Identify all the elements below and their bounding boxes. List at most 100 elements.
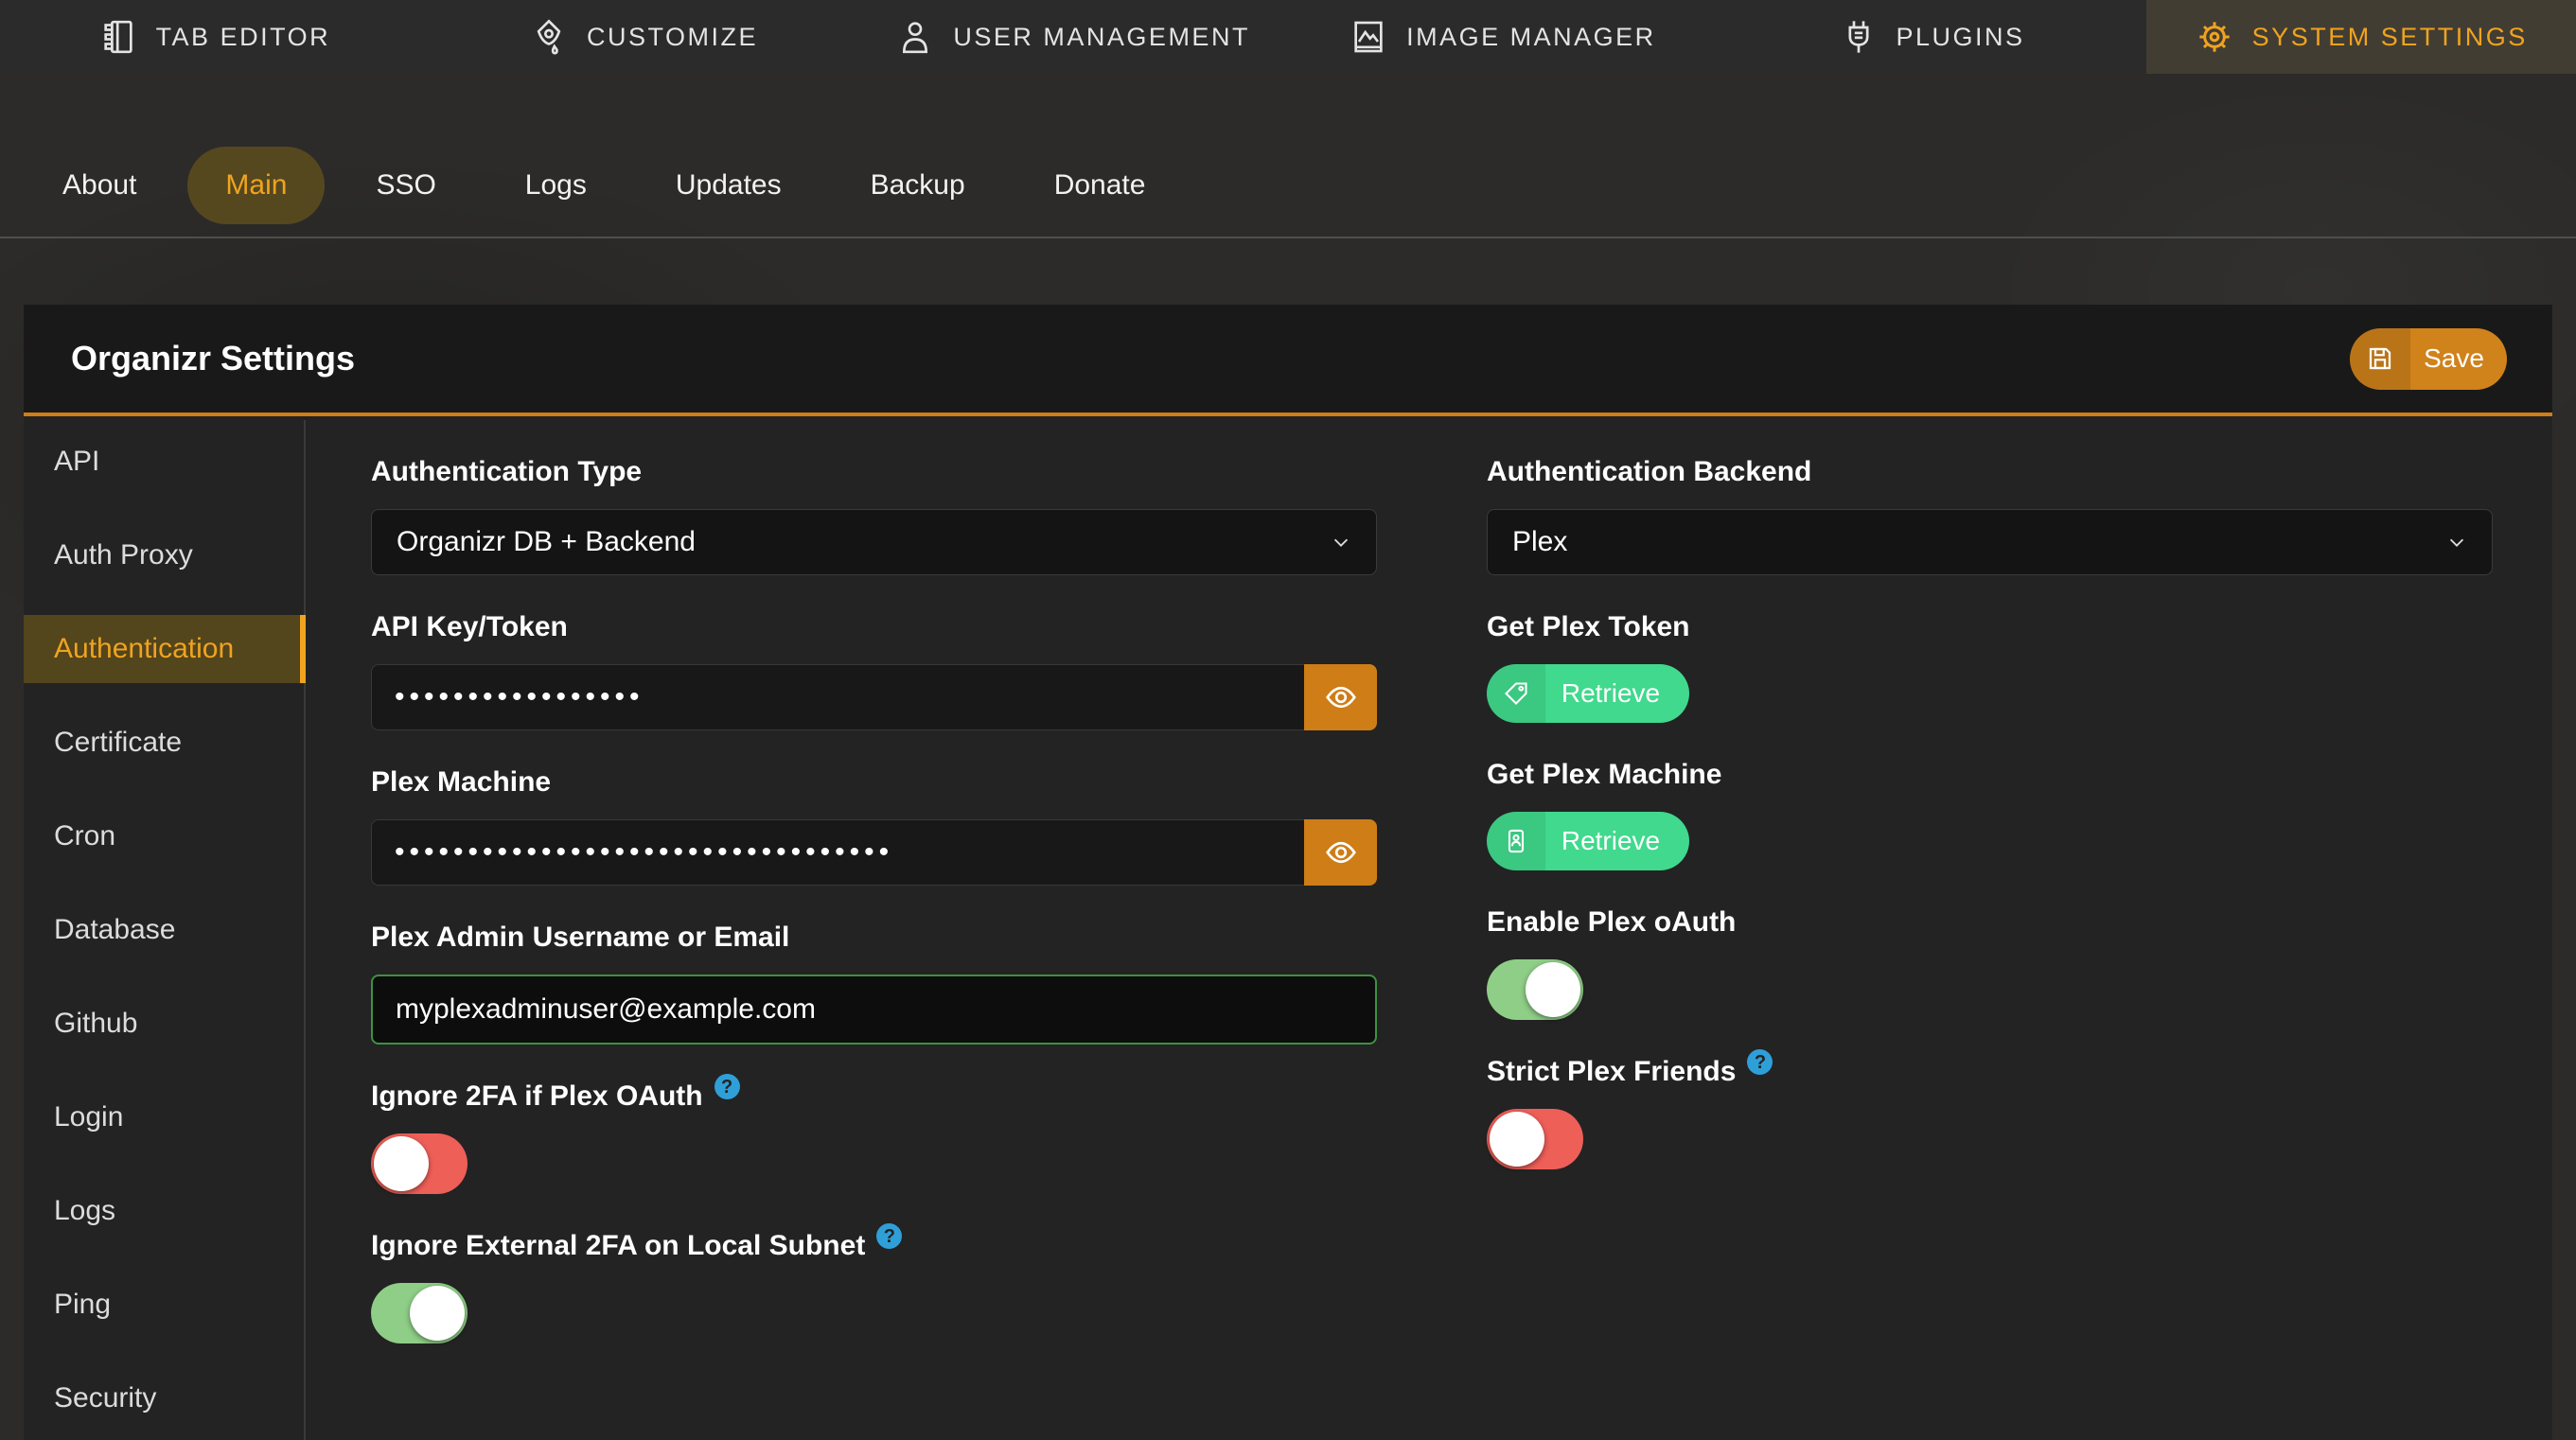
sidebar-item-auth-proxy[interactable]: Auth Proxy [24,521,304,589]
nav-item-user-management[interactable]: USER MANAGEMENT [858,0,1288,74]
authentication-type-label: Authentication Type [371,455,1377,489]
sidebar-item-database[interactable]: Database [24,896,304,964]
authentication-type-value: Organizr DB + Backend [397,526,1331,558]
sidebar-item-cron[interactable]: Cron [24,802,304,870]
tab-editor-icon [99,18,137,56]
sidebar-item-ping[interactable]: Ping [24,1271,304,1339]
save-button-label: Save [2410,328,2507,390]
help-icon[interactable]: ? [876,1223,902,1249]
authentication-backend-label: Authentication Backend [1487,455,2493,489]
tab-logs[interactable]: Logs [487,147,625,224]
strict-plex-friends-toggle[interactable] [1487,1109,1583,1169]
plugins-icon [1840,18,1878,56]
field-plex-machine: Plex Machine •••••••••••••••••••••••••••… [371,765,1377,886]
eye-icon [1324,835,1358,869]
plex-machine-reveal-button[interactable] [1304,819,1377,886]
strict-plex-friends-label: Strict Plex Friends [1487,1055,1736,1089]
nav-item-image-manager[interactable]: IMAGE MANAGER [1288,0,1718,74]
sidebar-item-logs[interactable]: Logs [24,1177,304,1245]
device-badge-icon [1503,828,1529,854]
tab-about[interactable]: About [25,147,174,224]
retrieve-plex-token-label: Retrieve [1545,664,1689,723]
settings-tabs: About Main SSO Logs Updates Backup Donat… [25,147,1183,224]
field-plex-admin: Plex Admin Username or Email myplexadmin… [371,921,1377,1045]
toggle-knob [374,1136,429,1191]
nav-item-tab-editor[interactable]: TAB EDITOR [0,0,430,74]
field-authentication-backend: Authentication Backend Plex [1487,455,2493,575]
sidebar-item-api[interactable]: API [24,428,304,496]
sidebar-item-authentication[interactable]: Authentication [24,615,304,683]
tag-icon [1503,680,1529,707]
field-authentication-type: Authentication Type Organizr DB + Backen… [371,455,1377,575]
api-key-token-label: API Key/Token [371,610,1377,644]
help-icon[interactable]: ? [715,1074,740,1099]
ignore-2fa-plex-oauth-label: Ignore 2FA if Plex OAuth [371,1080,703,1114]
eye-icon [1324,680,1358,714]
system-settings-gear-icon [2196,18,2233,56]
panel-header: Organizr Settings Save [24,305,2552,416]
top-navbar: TAB EDITOR CUSTOMIZE USER MANAGEMENT IMA… [0,0,2576,74]
help-icon[interactable]: ? [1747,1049,1773,1075]
tabs-divider [0,237,2576,238]
plex-admin-value: myplexadminuser@example.com [396,993,816,1026]
retrieve-plex-machine-label: Retrieve [1545,812,1689,870]
plex-machine-input[interactable]: •••••••••••••••••••••••••••••••••• [371,819,1304,886]
get-plex-token-label: Get Plex Token [1487,610,2493,644]
plex-admin-input[interactable]: myplexadminuser@example.com [371,975,1377,1045]
organizr-settings-panel: Organizr Settings Save API Auth Proxy Au… [24,305,2552,1440]
chevron-down-icon [1331,532,1351,553]
field-get-plex-machine: Get Plex Machine Retrieve [1487,758,2493,870]
authentication-backend-select[interactable]: Plex [1487,509,2493,575]
image-manager-icon [1350,18,1387,56]
plex-machine-masked-value: •••••••••••••••••••••••••••••••••• [395,819,893,886]
toggle-knob [1526,962,1580,1017]
save-button[interactable]: Save [2350,328,2507,390]
sidebar-item-login[interactable]: Login [24,1083,304,1151]
authentication-form: Authentication Type Organizr DB + Backen… [306,420,2552,1440]
plex-machine-label: Plex Machine [371,765,1377,799]
api-key-reveal-button[interactable] [1304,664,1377,730]
field-ignore-2fa-plex-oauth: Ignore 2FA if Plex OAuth ? [371,1080,1377,1194]
authentication-type-select[interactable]: Organizr DB + Backend [371,509,1377,575]
enable-plex-oauth-label: Enable Plex oAuth [1487,905,2493,940]
form-left-column: Authentication Type Organizr DB + Backen… [371,455,1377,1440]
tab-updates[interactable]: Updates [638,147,820,224]
form-right-column: Authentication Backend Plex Get Plex Tok… [1487,455,2493,1440]
tab-main[interactable]: Main [187,147,325,224]
nav-item-plugins[interactable]: PLUGINS [1718,0,2147,74]
nav-item-label: IMAGE MANAGER [1406,23,1656,52]
sidebar-item-github[interactable]: Github [24,990,304,1058]
nav-item-customize[interactable]: CUSTOMIZE [430,0,859,74]
enable-plex-oauth-toggle[interactable] [1487,959,1583,1020]
user-management-icon [896,18,934,56]
get-plex-machine-label: Get Plex Machine [1487,758,2493,792]
customize-icon [530,18,568,56]
tab-sso[interactable]: SSO [338,147,473,224]
sidebar-item-certificate[interactable]: Certificate [24,709,304,777]
ignore-2fa-plex-oauth-toggle[interactable] [371,1133,468,1194]
plex-admin-label: Plex Admin Username or Email [371,921,1377,955]
api-key-token-masked-value: ••••••••••••••••• [395,664,644,730]
ignore-external-2fa-toggle[interactable] [371,1283,468,1343]
api-key-token-input[interactable]: ••••••••••••••••• [371,664,1304,730]
tab-donate[interactable]: Donate [1016,147,1184,224]
panel-title: Organizr Settings [71,339,355,378]
panel-body: API Auth Proxy Authentication Certificat… [24,420,2552,1440]
nav-item-label: SYSTEM SETTINGS [2252,23,2528,52]
tab-backup[interactable]: Backup [833,147,1003,224]
authentication-backend-value: Plex [1512,526,2446,558]
nav-item-label: USER MANAGEMENT [953,23,1250,52]
field-api-key-token: API Key/Token ••••••••••••••••• [371,610,1377,730]
retrieve-plex-token-button[interactable]: Retrieve [1487,664,1689,723]
field-get-plex-token: Get Plex Token Retrieve [1487,610,2493,723]
nav-item-label: TAB EDITOR [156,23,331,52]
field-strict-plex-friends: Strict Plex Friends ? [1487,1055,2493,1169]
nav-item-system-settings[interactable]: SYSTEM SETTINGS [2146,0,2576,74]
field-ignore-external-2fa: Ignore External 2FA on Local Subnet ? [371,1229,1377,1343]
sidebar-item-security[interactable]: Security [24,1364,304,1432]
toggle-knob [410,1286,465,1341]
ignore-external-2fa-label: Ignore External 2FA on Local Subnet [371,1229,865,1263]
field-enable-plex-oauth: Enable Plex oAuth [1487,905,2493,1020]
retrieve-plex-machine-button[interactable]: Retrieve [1487,812,1689,870]
nav-item-label: CUSTOMIZE [587,23,758,52]
